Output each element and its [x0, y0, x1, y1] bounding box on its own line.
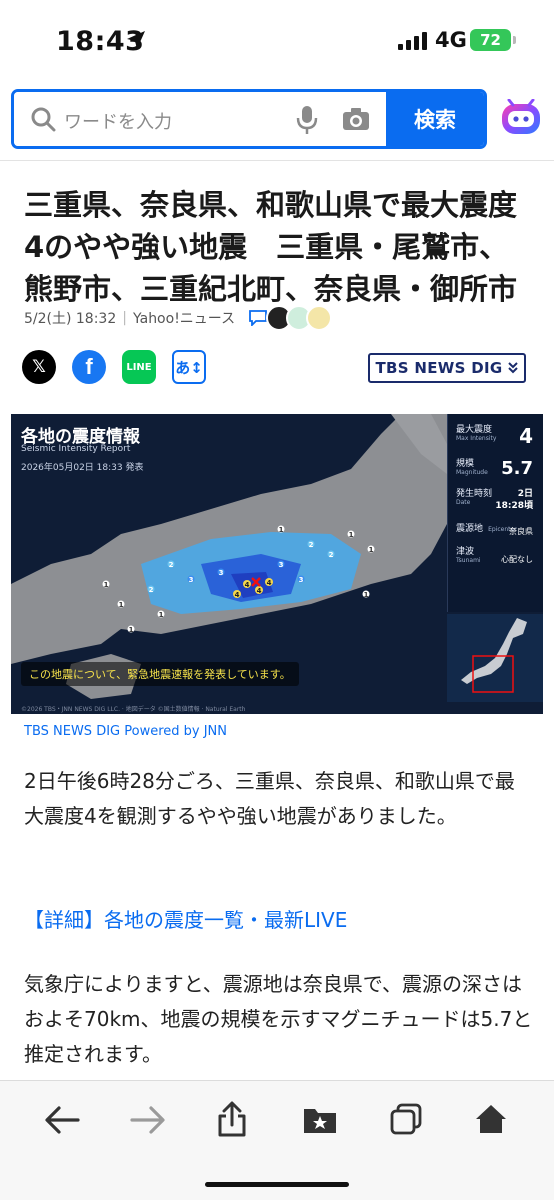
time-row: 発生時刻 Date — [456, 486, 492, 506]
search-placeholder: ワードを入力 — [64, 112, 172, 133]
image-credit[interactable]: TBS NEWS DIG Powered by JNN — [24, 724, 227, 739]
article-date: 5/2(土) 18:32 — [24, 311, 117, 327]
map-subtitle: Seismic Intensity Report — [21, 444, 131, 454]
svg-text:2: 2 — [169, 561, 174, 569]
meta-separator: | — [122, 310, 127, 326]
map-copyright: ©2026 TBS・JNN NEWS DIG LLC. · 地図データ ©国土数… — [21, 706, 246, 713]
magnitude-row: 規模 Magnitude — [456, 456, 488, 476]
magnitude-value: 5.7 — [501, 458, 533, 479]
header-divider — [0, 160, 554, 161]
forward-arrow-icon[interactable] — [130, 1105, 166, 1135]
article-meta: 5/2(土) 18:32 | Yahoo!ニュース 8 — [24, 308, 283, 328]
tsunami-sub: Tsunami — [456, 557, 481, 564]
svg-text:4: 4 — [235, 591, 240, 599]
search-icon — [31, 107, 56, 132]
svg-text:3: 3 — [189, 576, 194, 584]
article-source[interactable]: Yahoo!ニュース — [133, 308, 235, 328]
svg-text:1: 1 — [364, 591, 369, 599]
camera-icon[interactable] — [342, 107, 370, 131]
detail-link[interactable]: 【詳細】各地の震度一覧・最新LIVE — [24, 904, 347, 933]
seismic-map-image[interactable]: 4 4 4 4 3 3 3 3 2 2 2 2 1 1 1 1 1 1 1 1 … — [11, 414, 543, 714]
reaction-faces[interactable] — [266, 305, 332, 331]
microphone-icon[interactable] — [296, 105, 318, 135]
svg-text:2: 2 — [309, 541, 314, 549]
map-timestamp: 2026年05月02日 18:33 発表 — [21, 463, 144, 473]
magnitude-sub: Magnitude — [456, 469, 488, 476]
publisher-logo[interactable]: TBS NEWS DIG — [368, 353, 526, 383]
time-value: 18:28頃 — [495, 501, 533, 511]
home-indicator — [205, 1182, 349, 1187]
network-type: 4G — [435, 28, 467, 52]
search-bar: ワードを入力 検索 — [11, 89, 487, 149]
svg-text:1: 1 — [279, 526, 284, 534]
japan-inset-map — [447, 614, 543, 702]
inset-map-graphic — [461, 618, 527, 693]
home-icon[interactable] — [474, 1103, 508, 1135]
svg-text:3: 3 — [219, 569, 224, 577]
emergency-notice: この地震について、緊急地震速報を発表しています。 — [21, 662, 299, 686]
battery-icon: 72 — [470, 29, 511, 51]
tabs-icon[interactable] — [390, 1103, 422, 1135]
svg-text:1: 1 — [159, 611, 164, 619]
search-button[interactable]: 検索 — [386, 92, 484, 146]
svg-text:4: 4 — [257, 587, 262, 595]
battery-tip — [513, 36, 516, 44]
search-input[interactable]: ワードを入力 — [14, 92, 386, 146]
font-size-button[interactable]: あ↕ — [172, 350, 206, 384]
magnitude-label: 規模 — [456, 459, 475, 469]
tsunami-value: 心配なし — [501, 555, 533, 564]
assistant-icon[interactable] — [500, 99, 542, 137]
article-paragraph: 気象庁によりますと、震源地は奈良県で、震源の深さはおよそ70km、地震の規模を示… — [24, 972, 533, 1066]
article-headline: 三重県、奈良県、和歌山県で最大震度4のやや強い地震 三重県・尾鷲市、熊野市、三重… — [24, 188, 518, 306]
svg-text:3: 3 — [279, 561, 284, 569]
x-share-icon[interactable]: 𝕏 — [22, 350, 56, 384]
chevron-down-icon — [507, 362, 518, 374]
publisher-logo-text: TBS NEWS DIG — [375, 359, 503, 377]
svg-text:1: 1 — [119, 601, 124, 609]
svg-text:1: 1 — [349, 531, 354, 539]
share-row: 𝕏 f LINE あ↕ — [22, 350, 206, 384]
epicenter-row: 震源地 Epicenter — [456, 516, 517, 535]
article-paragraph: 2日午後6時28分ごろ、三重県、奈良県、和歌山県で最大震度4を観測するやや強い地… — [24, 769, 515, 828]
svg-text:1: 1 — [104, 581, 109, 589]
tsunami-label: 津波 — [456, 547, 475, 557]
svg-text:2: 2 — [149, 586, 154, 594]
max-intensity-value: 4 — [519, 424, 533, 448]
max-intensity-row: 最大震度 Max Intensity — [456, 422, 496, 442]
time-label: 発生時刻 — [456, 489, 493, 499]
signal-icon — [398, 32, 427, 50]
svg-text:3: 3 — [299, 576, 304, 584]
comment-icon — [249, 310, 268, 326]
back-arrow-icon[interactable] — [44, 1105, 80, 1135]
epicenter-value: 奈良県 — [509, 527, 533, 536]
max-intensity-label: 最大震度 — [456, 425, 493, 435]
max-intensity-sub: Max Intensity — [456, 435, 497, 442]
line-share-icon[interactable]: LINE — [122, 350, 156, 384]
bookmarks-folder-icon[interactable] — [302, 1105, 338, 1135]
share-icon[interactable] — [216, 1101, 248, 1137]
status-bar: 18:43 4G 72 — [0, 0, 554, 80]
svg-text:1: 1 — [129, 626, 134, 634]
smile-face-icon — [306, 305, 332, 331]
facebook-share-icon[interactable]: f — [72, 350, 106, 384]
svg-text:4: 4 — [245, 581, 250, 589]
svg-text:1: 1 — [369, 546, 374, 554]
svg-text:2: 2 — [329, 551, 334, 559]
quake-info-panel: 最大震度 Max Intensity 4 規模 Magnitude 5.7 発生… — [447, 414, 543, 612]
tsunami-row: 津波 Tsunami — [456, 544, 481, 564]
time-sub: Date — [456, 499, 471, 506]
svg-text:4: 4 — [267, 579, 272, 587]
location-arrow-icon — [127, 31, 145, 49]
epicenter-label: 震源地 — [456, 524, 484, 534]
